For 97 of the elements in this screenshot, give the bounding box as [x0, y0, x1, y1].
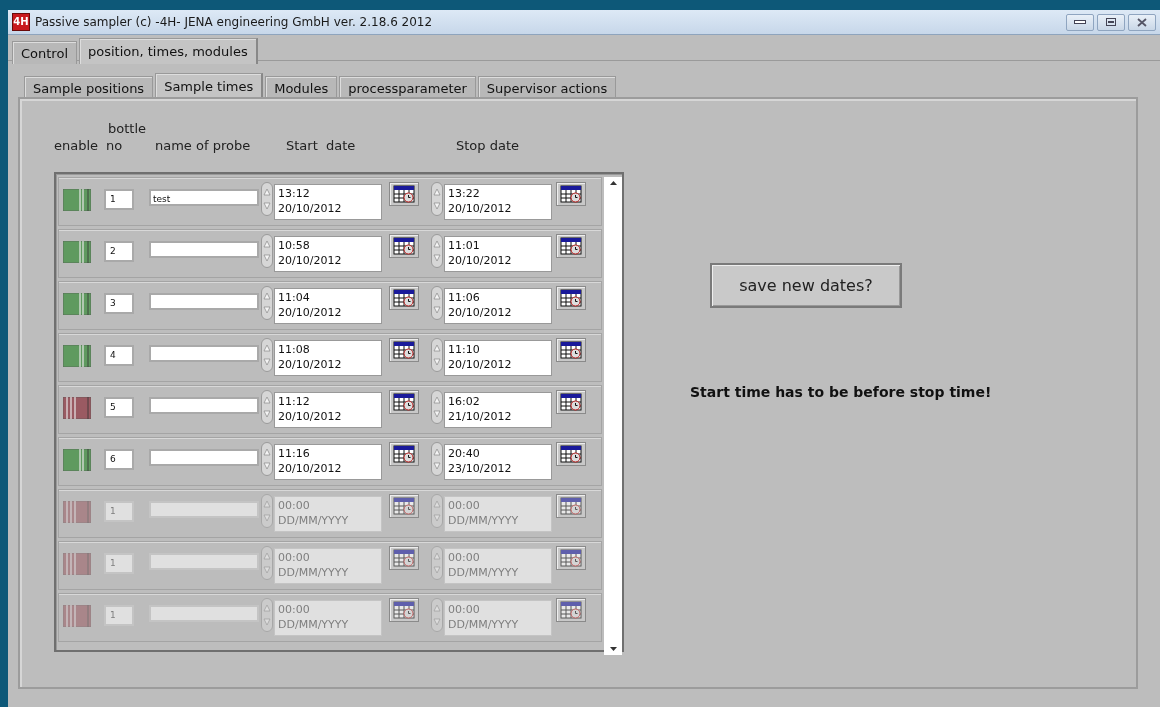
start-date-field[interactable]: 11:08 20/10/2012 [274, 340, 382, 376]
maximize-button[interactable] [1097, 13, 1125, 31]
stop-date-field[interactable]: 20:40 23/10/2012 [444, 444, 552, 480]
calendar-clock-icon [393, 393, 415, 411]
column-header: enable [54, 138, 99, 153]
start-date-field[interactable]: 11:16 20/10/2012 [274, 444, 382, 480]
close-button[interactable] [1128, 13, 1156, 31]
minimize-icon [1074, 20, 1086, 24]
calendar-clock-icon [393, 497, 415, 515]
window-title: Passive sampler (c) -4H- JENA engineering GmbH ver. 2.18.6 2012 [35, 15, 434, 29]
probe-name-field[interactable] [149, 293, 259, 310]
calendar-clock-icon [393, 549, 415, 567]
tab[interactable]: Supervisor actions [477, 76, 617, 99]
calendar-button[interactable] [556, 182, 586, 206]
calendar-clock-icon [560, 185, 582, 203]
calendar-button[interactable] [556, 286, 586, 310]
up-down-arrows-icon[interactable] [431, 286, 443, 320]
up-down-arrows-icon[interactable] [431, 442, 443, 476]
up-down-arrows-icon[interactable] [261, 442, 273, 476]
calendar-button[interactable] [556, 338, 586, 362]
enable-toggle[interactable] [63, 189, 91, 211]
bottle-number-field[interactable]: 4 [104, 345, 134, 366]
up-down-arrows-icon[interactable] [431, 390, 443, 424]
enable-toggle[interactable] [63, 241, 91, 263]
calendar-button[interactable] [389, 182, 419, 206]
start-date-field[interactable]: 11:04 20/10/2012 [274, 288, 382, 324]
bottle-number-field[interactable]: 5 [104, 397, 134, 418]
calendar-button[interactable] [556, 390, 586, 414]
probe-name-field[interactable] [149, 397, 259, 414]
tab[interactable]: Sample times [155, 73, 264, 99]
column-header: no [106, 138, 123, 153]
maximize-icon [1106, 18, 1116, 26]
calendar-clock-icon [560, 289, 582, 307]
calendar-button[interactable] [556, 234, 586, 258]
calendar-button[interactable] [389, 442, 419, 466]
calendar-clock-icon [560, 601, 582, 619]
up-down-arrows-icon[interactable] [431, 234, 443, 268]
start-date-field[interactable]: 13:12 20/10/2012 [274, 184, 382, 220]
column-header: bottle [108, 121, 146, 136]
bottle-number-field[interactable]: 1 [104, 189, 134, 210]
stop-date-field[interactable]: 11:10 20/10/2012 [444, 340, 552, 376]
calendar-clock-icon [393, 237, 415, 255]
calendar-clock-icon [560, 549, 582, 567]
tab[interactable]: processparameter [339, 76, 476, 99]
calendar-clock-icon [560, 497, 582, 515]
enable-toggle[interactable] [63, 345, 91, 367]
calendar-clock-icon [393, 601, 415, 619]
up-down-arrows-icon[interactable] [261, 390, 273, 424]
tab[interactable]: position, times, modules [79, 38, 258, 64]
calendar-button[interactable] [389, 234, 419, 258]
up-down-arrows-icon[interactable] [431, 338, 443, 372]
probe-name-field[interactable] [149, 241, 259, 258]
calendar-clock-icon [393, 445, 415, 463]
enable-toggle[interactable] [63, 449, 91, 471]
calendar-clock-icon [560, 393, 582, 411]
calendar-button[interactable] [389, 338, 419, 362]
calendar-clock-icon [560, 237, 582, 255]
column-header: name of probe [155, 138, 251, 153]
probe-name-field[interactable] [149, 449, 259, 466]
bottle-number-field[interactable]: 6 [104, 449, 134, 470]
app-logo: 4H [12, 13, 30, 31]
probe-name-field[interactable] [149, 345, 259, 362]
calendar-clock-icon [393, 289, 415, 307]
up-down-arrows-icon[interactable] [261, 338, 273, 372]
bottle-number-field[interactable]: 2 [104, 241, 134, 262]
calendar-clock-icon [393, 185, 415, 203]
close-icon [1137, 17, 1147, 27]
scroll-down-icon[interactable] [609, 647, 617, 651]
calendar-clock-icon [560, 341, 582, 359]
save-dates-button[interactable]: save new dates? [710, 263, 902, 308]
up-down-arrows-icon[interactable] [261, 234, 273, 268]
enable-toggle[interactable] [63, 397, 91, 419]
bottle-number-field[interactable]: 3 [104, 293, 134, 314]
stop-date-field[interactable]: 11:01 20/10/2012 [444, 236, 552, 272]
start-date-field[interactable]: 10:58 20/10/2012 [274, 236, 382, 272]
calendar-button[interactable] [556, 442, 586, 466]
tab[interactable]: Control [12, 41, 77, 64]
up-down-arrows-icon[interactable] [261, 286, 273, 320]
up-down-arrows-icon[interactable] [261, 182, 273, 216]
probe-name-field[interactable]: test [149, 189, 259, 206]
calendar-button[interactable] [389, 286, 419, 310]
start-date-field[interactable]: 11:12 20/10/2012 [274, 392, 382, 428]
calendar-clock-icon [393, 341, 415, 359]
up-down-arrows-icon[interactable] [431, 182, 443, 216]
calendar-clock-icon [560, 445, 582, 463]
scroll-up-icon[interactable] [609, 181, 617, 185]
enable-toggle[interactable] [63, 293, 91, 315]
calendar-button[interactable] [389, 390, 419, 414]
stop-date-field[interactable]: 16:02 21/10/2012 [444, 392, 552, 428]
warning-message: Start time has to be before stop time! [690, 384, 992, 400]
column-header: Stop date [456, 138, 519, 153]
minimize-button[interactable] [1066, 13, 1094, 31]
tab[interactable]: Modules [265, 76, 338, 99]
stop-date-field[interactable]: 11:06 20/10/2012 [444, 288, 552, 324]
stop-date-field[interactable]: 13:22 20/10/2012 [444, 184, 552, 220]
tab[interactable]: Sample positions [24, 76, 154, 99]
column-header: Start date [286, 138, 356, 153]
